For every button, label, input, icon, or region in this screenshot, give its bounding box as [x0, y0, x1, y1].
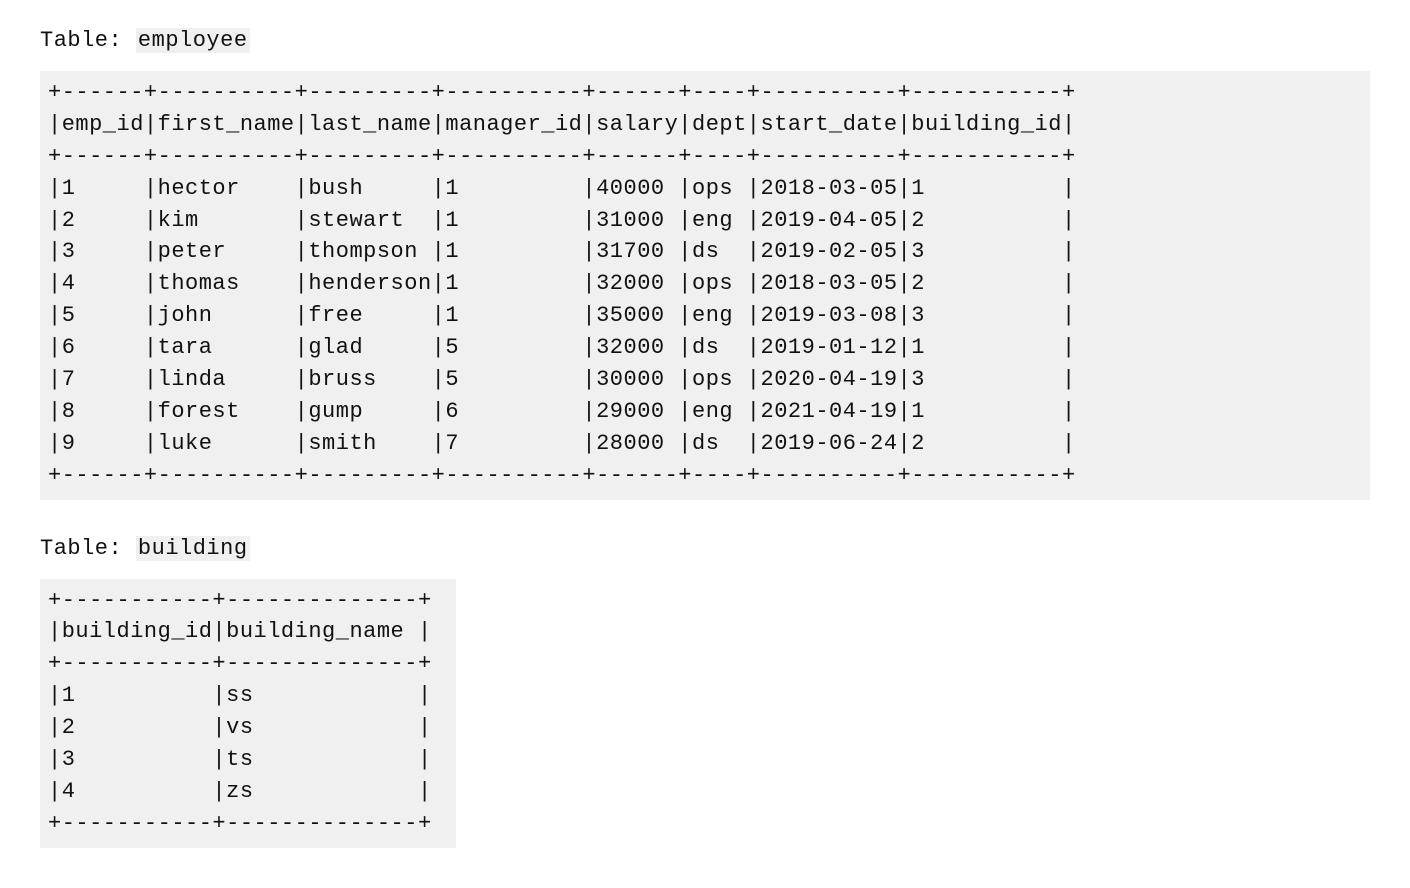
- employee-table: +------+----------+---------+----------+…: [40, 71, 1370, 500]
- building-section: Table: building +-----------+-----------…: [40, 536, 1370, 848]
- building-table-title: Table: building: [40, 536, 1370, 561]
- building-table: +-----------+--------------+ |building_i…: [40, 579, 456, 848]
- page: Table: employee +------+----------+-----…: [0, 0, 1410, 888]
- title-prefix: Table:: [40, 28, 136, 53]
- employee-table-title: Table: employee: [40, 28, 1370, 53]
- title-name: employee: [136, 28, 250, 53]
- title-prefix: Table:: [40, 536, 136, 561]
- title-name: building: [136, 536, 250, 561]
